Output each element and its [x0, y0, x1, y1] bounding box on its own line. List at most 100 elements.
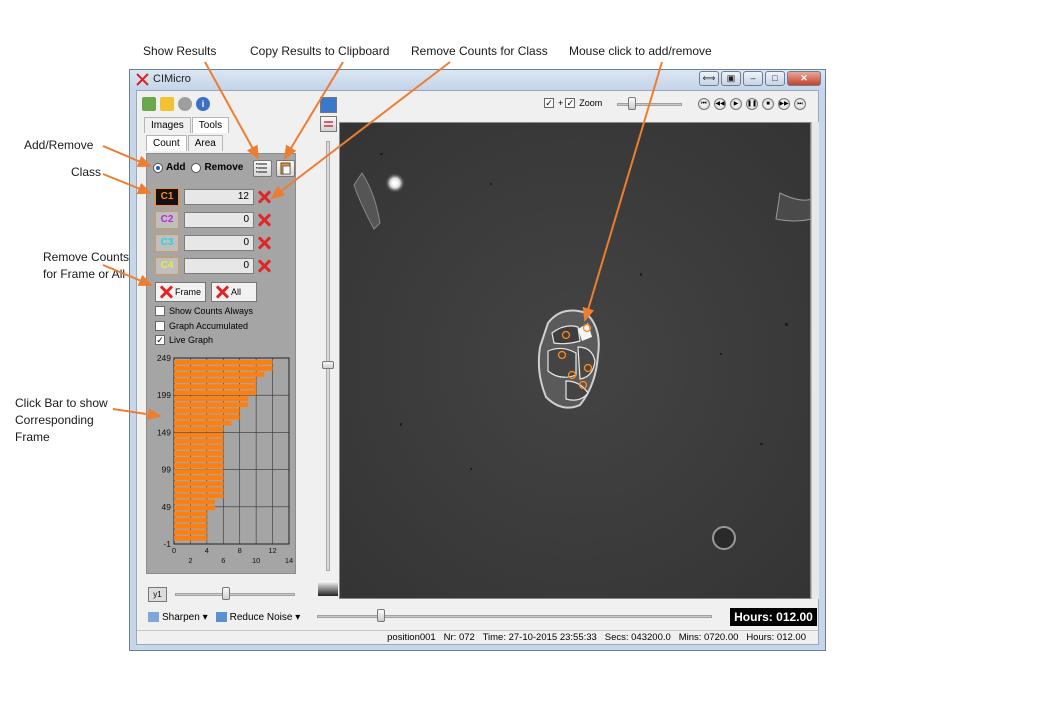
reduce-noise-dropdown[interactable]: Reduce Noise ▾	[215, 612, 300, 623]
checkbox-fit[interactable]: ✓	[544, 98, 554, 108]
bar[interactable]	[174, 426, 224, 432]
bar[interactable]	[174, 499, 216, 505]
sharpen-dropdown[interactable]: Sharpen ▾	[148, 612, 208, 623]
bar[interactable]	[174, 523, 207, 529]
tab-tools[interactable]: Tools	[191, 117, 230, 133]
stop-icon[interactable]: ■	[762, 98, 774, 110]
bar[interactable]	[174, 384, 257, 389]
status-hours: Hours: 012.00	[746, 632, 806, 643]
remove-radio[interactable]	[191, 162, 202, 173]
annotation-copy-results: Copy Results to Clipboard	[250, 44, 390, 58]
bar[interactable]	[174, 451, 224, 456]
count-graph[interactable]: 249 199 149 99 49 -10 4 8 12 2 6 10 14	[147, 350, 297, 575]
bar[interactable]	[174, 402, 248, 408]
remove-c3-icon[interactable]	[257, 236, 271, 250]
annotation-class: Class	[71, 165, 102, 179]
annotation-add-remove: Add/Remove	[24, 138, 94, 152]
bar[interactable]	[174, 517, 207, 523]
bar[interactable]	[174, 438, 224, 444]
class-c3-button[interactable]: C3	[155, 234, 179, 252]
show-counts-always-checkbox[interactable]: Show Counts Always	[155, 306, 253, 316]
bar[interactable]	[174, 414, 240, 420]
y1-button[interactable]: y1	[148, 587, 167, 602]
playback-controls: ⏮ ◀◀ ▶ ❚❚ ■ ▶▶ ⏭	[698, 98, 806, 110]
x-tick-label: 6	[221, 556, 225, 565]
viewer-vertical-scrollbar[interactable]	[811, 122, 819, 599]
status-secs: Secs: 043200.0	[604, 632, 671, 643]
bar[interactable]	[174, 396, 248, 402]
checkbox-box[interactable]	[155, 306, 165, 316]
bar[interactable]	[174, 511, 207, 517]
title-bar: CIMicro ⟺ ▣ – □ ✕	[130, 70, 825, 90]
checkbox-box[interactable]: ✓	[155, 335, 165, 345]
last-frame-icon[interactable]: ⏭	[794, 98, 806, 110]
first-frame-icon[interactable]: ⏮	[698, 98, 710, 110]
remove-c1-icon[interactable]	[257, 190, 271, 204]
tab-images[interactable]: Images	[144, 117, 191, 133]
gear-icon[interactable]	[178, 97, 192, 111]
bar[interactable]	[174, 366, 273, 371]
annotation-click-bar-2: Corresponding	[15, 413, 94, 427]
bar[interactable]	[174, 487, 224, 493]
window-title: CIMicro	[153, 73, 191, 85]
remove-c2-icon[interactable]	[257, 213, 271, 227]
frame-1-button[interactable]	[320, 97, 337, 113]
info-icon[interactable]: i	[196, 97, 210, 111]
bar[interactable]	[174, 475, 224, 480]
live-graph-checkbox[interactable]: ✓ Live Graph	[155, 335, 213, 345]
bar[interactable]	[174, 463, 224, 468]
close-button[interactable]: ✕	[787, 71, 821, 86]
copy-results-button[interactable]	[276, 160, 295, 177]
checkbox-box[interactable]	[155, 321, 165, 331]
bar[interactable]	[174, 444, 224, 450]
time-slider-thumb[interactable]	[377, 609, 385, 622]
remove-all-button[interactable]: All	[211, 282, 257, 302]
class-c1-button[interactable]: C1	[155, 188, 179, 206]
class-c2-button[interactable]: C2	[155, 211, 179, 229]
fullscreen-button[interactable]: ⟺	[699, 71, 719, 86]
bar[interactable]	[174, 360, 273, 365]
restore-tool-button[interactable]: ▣	[721, 71, 741, 86]
bar[interactable]	[174, 505, 216, 511]
remove-c4-icon[interactable]	[257, 259, 271, 273]
graph-slider-track[interactable]	[175, 593, 295, 596]
bar[interactable]	[174, 469, 224, 474]
graph-accumulated-checkbox[interactable]: Graph Accumulated	[155, 321, 248, 331]
folder-icon[interactable]	[160, 97, 174, 111]
remove-frame-button[interactable]: Frame	[155, 282, 206, 302]
refresh-button[interactable]	[320, 116, 337, 132]
bar[interactable]	[174, 378, 257, 383]
graph-slider-thumb[interactable]	[222, 587, 230, 600]
add-radio[interactable]	[153, 162, 163, 173]
class-c4-button[interactable]: C4	[155, 257, 179, 275]
minimize-button[interactable]: –	[743, 71, 763, 86]
bar[interactable]	[174, 372, 265, 377]
app-logo-icon	[136, 73, 149, 86]
bar[interactable]	[174, 529, 207, 535]
bar[interactable]	[174, 493, 224, 499]
frame-vertical-thumb[interactable]	[322, 361, 334, 369]
microscopy-image[interactable]	[340, 123, 811, 599]
bar[interactable]	[174, 408, 240, 414]
bar[interactable]	[174, 457, 224, 462]
pause-icon[interactable]: ❚❚	[746, 98, 758, 110]
frame-vertical-slider[interactable]	[326, 141, 330, 571]
tab-area[interactable]: Area	[187, 135, 223, 151]
microscopy-image-viewer[interactable]	[339, 122, 811, 599]
plus-sign: +	[558, 98, 564, 108]
bar[interactable]	[174, 535, 207, 541]
rewind-icon[interactable]: ◀◀	[714, 98, 726, 110]
bar[interactable]	[174, 420, 232, 426]
bar[interactable]	[174, 390, 257, 396]
forward-icon[interactable]: ▶▶	[778, 98, 790, 110]
bar[interactable]	[174, 432, 224, 438]
open-folder-icon[interactable]	[142, 97, 156, 111]
tab-count[interactable]: Count	[146, 135, 187, 151]
zoom-slider-thumb[interactable]	[628, 97, 636, 110]
maximize-button[interactable]: □	[765, 71, 785, 86]
show-results-button[interactable]	[253, 160, 272, 177]
zoom-slider-track[interactable]	[617, 103, 682, 106]
bar[interactable]	[174, 481, 224, 487]
play-icon[interactable]: ▶	[730, 98, 742, 110]
checkbox-zoom[interactable]: ✓	[565, 98, 576, 108]
